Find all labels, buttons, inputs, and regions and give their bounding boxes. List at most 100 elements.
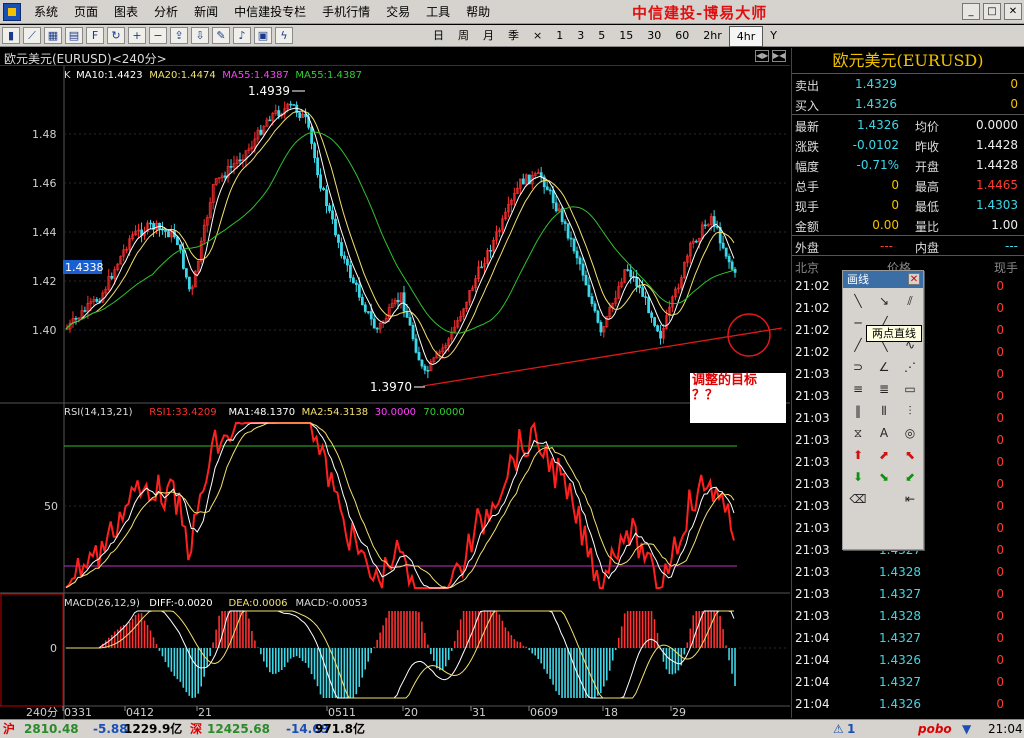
candles-icon[interactable]: ▮ bbox=[2, 27, 20, 44]
arrow-up-right-icon[interactable]: ⬈ bbox=[871, 444, 897, 466]
candle-body bbox=[647, 296, 651, 314]
draw-line-icon[interactable]: ✎ bbox=[212, 27, 230, 44]
import-icon[interactable]: ⇩ bbox=[191, 27, 209, 44]
minimize-icon[interactable]: _ bbox=[962, 3, 980, 20]
menu-item-2[interactable]: 图表 bbox=[106, 0, 146, 24]
f10-icon[interactable]: F bbox=[86, 27, 104, 44]
quote-qty: 0 bbox=[1010, 77, 1018, 91]
parallel-lines-icon[interactable]: ⫽ bbox=[897, 290, 923, 312]
candle-body bbox=[238, 159, 242, 162]
tools-icon[interactable]: ▣ bbox=[254, 27, 272, 44]
x-tick-label: 0609 bbox=[530, 706, 558, 719]
menu-item-7[interactable]: 交易 bbox=[378, 0, 418, 24]
candle-body bbox=[581, 263, 585, 276]
candle-body bbox=[414, 338, 418, 353]
period-季[interactable]: 季 bbox=[501, 26, 526, 47]
palette-titlebar[interactable]: 画线 ✕ bbox=[843, 271, 923, 288]
eraser-icon[interactable]: ⌫ bbox=[845, 488, 871, 510]
tick-row: 21:03 1.4328 0 bbox=[792, 562, 1024, 584]
delete-all-icon[interactable]: ⇤ bbox=[897, 488, 923, 510]
menu-item-9[interactable]: 帮助 bbox=[458, 0, 498, 24]
menu-item-1[interactable]: 页面 bbox=[66, 0, 106, 24]
tick-time: 21:04 bbox=[795, 631, 830, 645]
period-日[interactable]: 日 bbox=[426, 26, 451, 47]
period-4hr[interactable]: 4hr bbox=[728, 26, 764, 47]
menu-item-8[interactable]: 工具 bbox=[418, 0, 458, 24]
candle-body bbox=[405, 311, 409, 318]
indicator-legend: MA1:48.1370 bbox=[229, 407, 296, 418]
period-1[interactable]: 1 bbox=[549, 26, 570, 47]
line-segment-icon[interactable]: ╲ bbox=[845, 290, 871, 312]
period-2hr[interactable]: 2hr bbox=[696, 26, 729, 47]
fibonacci-time-icon[interactable]: ⦀ bbox=[871, 400, 897, 422]
period-Y[interactable]: Y bbox=[763, 26, 784, 47]
period-30[interactable]: 30 bbox=[640, 26, 668, 47]
candle-body bbox=[322, 187, 325, 191]
pobo-brand: pobo bbox=[918, 722, 952, 736]
tick-time: 21:03 bbox=[795, 565, 830, 579]
gann-circle-icon[interactable]: ◎ bbox=[897, 422, 923, 444]
candle-body bbox=[328, 205, 331, 212]
gann-icon[interactable]: ⫶ bbox=[897, 400, 923, 422]
ray-icon[interactable]: ↘ bbox=[871, 290, 897, 312]
close-icon[interactable]: ✕ bbox=[1004, 3, 1022, 20]
box-icon[interactable]: ▭ bbox=[897, 378, 923, 400]
period-周[interactable]: 周 bbox=[451, 26, 476, 47]
candle-body bbox=[292, 104, 296, 106]
tick-time: 21:03 bbox=[795, 521, 830, 535]
menu-item-5[interactable]: 中信建投专栏 bbox=[226, 0, 314, 24]
alert-icon[interactable]: ⚠ bbox=[833, 720, 844, 738]
period-×[interactable]: × bbox=[526, 26, 549, 47]
menu-item-6[interactable]: 手机行情 bbox=[314, 0, 378, 24]
chart-area[interactable]: 1.48 1.46 1.44 1.42 1.40 50 0 K MA10:1.4423 MA20:… bbox=[0, 66, 790, 719]
restore-icon[interactable]: □ bbox=[983, 3, 1001, 20]
export-icon[interactable]: ⇪ bbox=[170, 27, 188, 44]
grid-icon[interactable]: ▦ bbox=[44, 27, 62, 44]
arrow-down-right-icon[interactable]: ⬊ bbox=[871, 466, 897, 488]
toolbar: ▮ ⟋ ▦ ▤ F ↻ + − ⇪ ⇩ ✎ ♪ ▣ ϟ 日周月季 × 1 3 5 15 30 60 2hr 4hr Y bbox=[0, 25, 1024, 47]
channel-icon[interactable]: ≡ bbox=[845, 378, 871, 400]
menu-item-3[interactable]: 分析 bbox=[146, 0, 186, 24]
quote-label: 卖出 bbox=[795, 79, 820, 93]
drawing-palette[interactable]: 画线 ✕ ╲ ↘ ⫽ ─ ╱ ╱ ╲ ∿ ⊃ ∠ ⋰ ≡ ≣ ▭ ‖ ⦀ ⫶ ⧖ A ◎ ⬆ ⬈ ⬉ ⬇ ⬊ ⬋ ⌫ ⇤ bbox=[842, 270, 924, 550]
stat-value-right: 1.4428 bbox=[976, 158, 1018, 172]
alarm-icon[interactable]: ♪ bbox=[233, 27, 251, 44]
zoom-in-icon[interactable]: + bbox=[128, 27, 146, 44]
arc-icon[interactable]: ⊃ bbox=[845, 356, 871, 378]
candle-body bbox=[554, 202, 558, 212]
period-15[interactable]: 15 bbox=[612, 26, 640, 47]
candle-body bbox=[641, 287, 645, 297]
flash-icon[interactable]: ϟ bbox=[275, 27, 293, 44]
zoom-out-icon[interactable]: − bbox=[149, 27, 167, 44]
chart-prev-icon[interactable]: ◀▶ bbox=[755, 50, 769, 62]
vertical-lines-icon[interactable]: ‖ bbox=[845, 400, 871, 422]
period-3[interactable]: 3 bbox=[570, 26, 591, 47]
regression-channel-icon[interactable]: ≣ bbox=[871, 378, 897, 400]
arrow-down-icon[interactable]: ⬇ bbox=[845, 466, 871, 488]
status-bar: 沪 2810.48 -5.88 1229.9亿 深 12425.68 -14.6… bbox=[0, 719, 1024, 738]
app-logo-icon[interactable] bbox=[3, 3, 21, 21]
refresh-icon[interactable]: ↻ bbox=[107, 27, 125, 44]
chart-next-icon[interactable]: ▶◀ bbox=[772, 50, 786, 62]
candle-body bbox=[402, 292, 406, 312]
line-chart-icon[interactable]: ⟋ bbox=[23, 27, 41, 44]
alert-count[interactable]: 1 bbox=[847, 720, 855, 738]
menu-item-0[interactable]: 系统 bbox=[26, 0, 66, 24]
fan-icon[interactable]: ⋰ bbox=[897, 356, 923, 378]
table-icon[interactable]: ▤ bbox=[65, 27, 83, 44]
period-60[interactable]: 60 bbox=[668, 26, 696, 47]
angle-icon[interactable]: ∠ bbox=[871, 356, 897, 378]
palette-close-icon[interactable]: ✕ bbox=[908, 273, 920, 285]
cycle-icon[interactable]: ⧖ bbox=[845, 422, 871, 444]
arrow-down-left-icon[interactable]: ⬋ bbox=[897, 466, 923, 488]
stat-label-left: 总手 bbox=[795, 180, 820, 194]
menu-item-4[interactable]: 新闻 bbox=[186, 0, 226, 24]
arrow-up-left-icon[interactable]: ⬉ bbox=[897, 444, 923, 466]
period-5[interactable]: 5 bbox=[591, 26, 612, 47]
tick-time: 21:03 bbox=[795, 433, 830, 447]
period-月[interactable]: 月 bbox=[476, 26, 501, 47]
indicator-legend: 30.0000 bbox=[375, 407, 416, 418]
candle-body bbox=[653, 317, 656, 326]
text-tool-icon[interactable]: A bbox=[871, 422, 897, 444]
arrow-up-icon[interactable]: ⬆ bbox=[845, 444, 871, 466]
